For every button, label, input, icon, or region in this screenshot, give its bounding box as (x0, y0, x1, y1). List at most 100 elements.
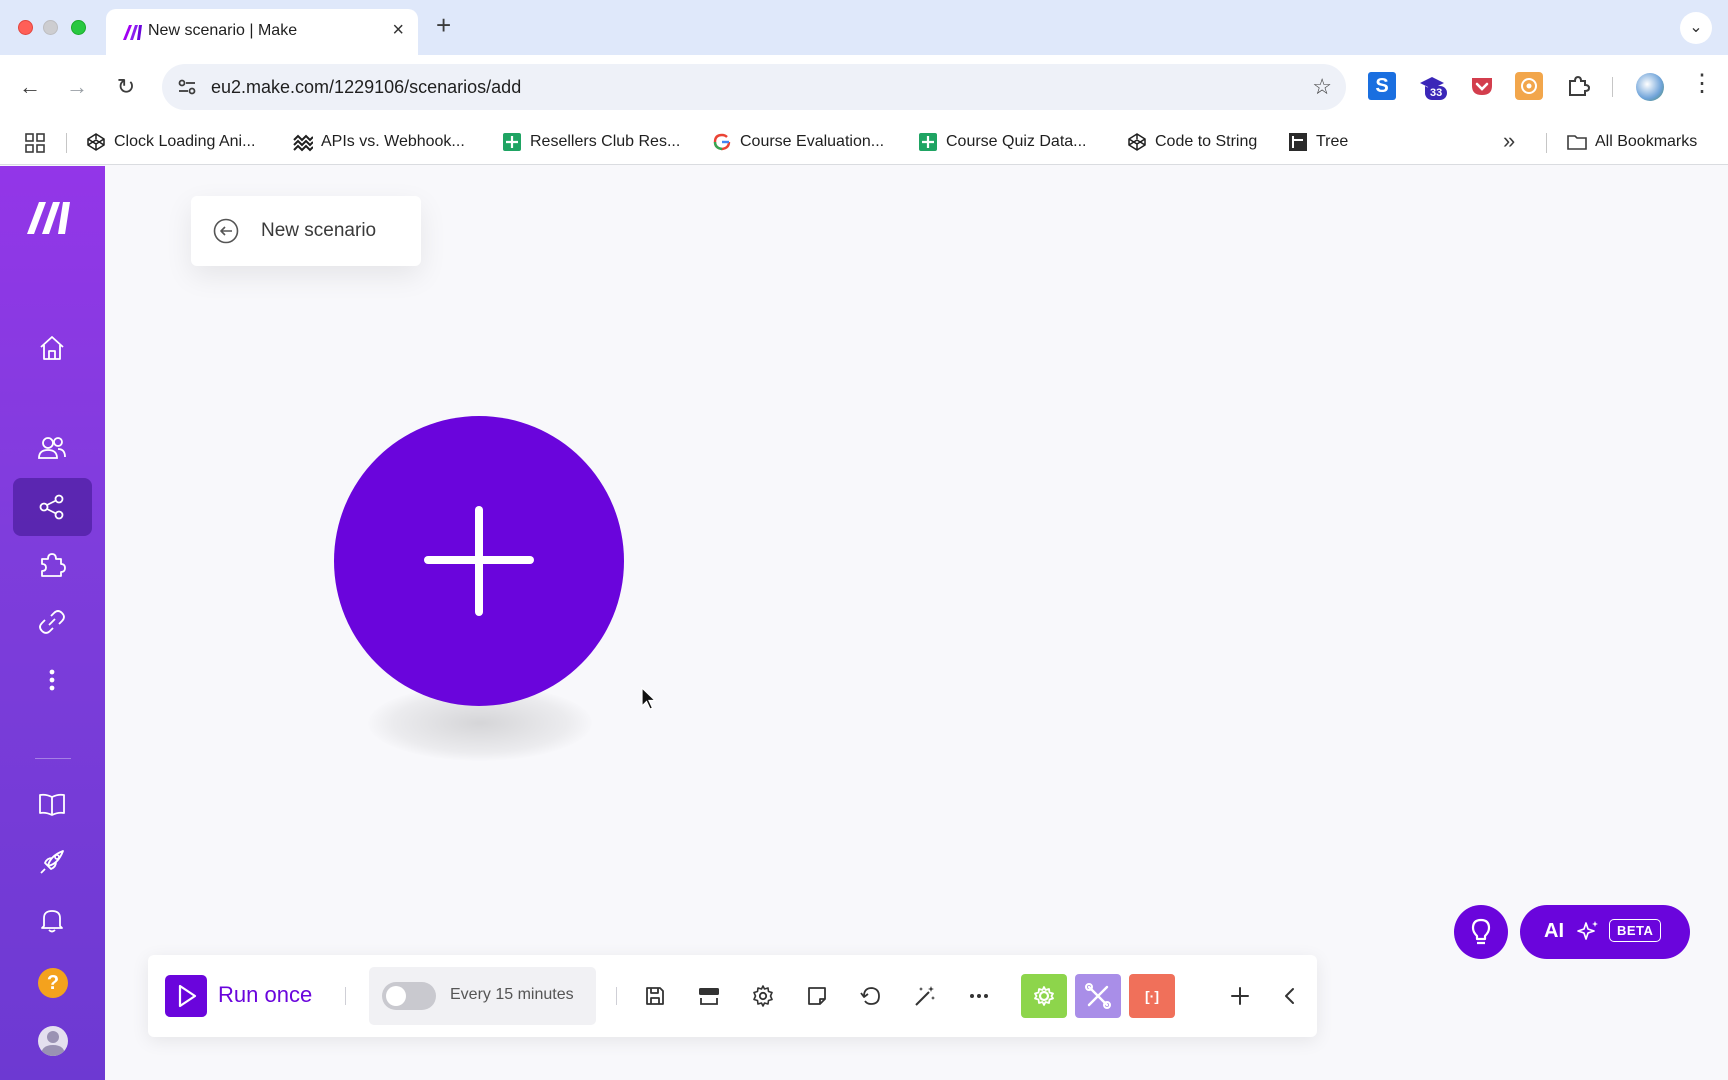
ai-assistant-button[interactable]: AI BETA (1520, 905, 1690, 959)
add-module-button[interactable] (334, 416, 624, 706)
bookmark-item[interactable]: Course Evaluation... (712, 129, 884, 155)
more-horizontal-icon[interactable] (967, 984, 991, 1008)
bookmarks-divider (1546, 133, 1547, 153)
schedule-toggle[interactable] (382, 982, 436, 1010)
folder-icon (1567, 135, 1587, 150)
schedule-control: Every 15 minutes (369, 967, 596, 1025)
plus-icon (475, 506, 483, 616)
make-favicon-icon (123, 25, 142, 40)
hints-button[interactable] (1454, 905, 1508, 959)
tab-search-chevron-icon[interactable]: ⌄ (1680, 12, 1712, 44)
new-tab-button[interactable]: + (436, 10, 451, 41)
toolbar-divider (616, 987, 617, 1005)
forward-arrow-icon[interactable]: → (61, 71, 93, 103)
user-avatar[interactable] (38, 1026, 68, 1056)
url-text[interactable]: eu2.make.com/1229106/scenarios/add (211, 77, 521, 98)
bookmark-item[interactable]: Code to String (1127, 129, 1257, 155)
window-close-button[interactable] (18, 20, 33, 35)
text-parser-button[interactable]: [·] (1129, 974, 1175, 1018)
extension-badge: 33 (1425, 86, 1448, 100)
play-icon (178, 984, 197, 1008)
lightbulb-icon (1471, 918, 1491, 945)
notes-icon[interactable] (805, 984, 829, 1008)
import-blueprint-icon[interactable] (697, 984, 721, 1008)
extensions-puzzle-icon[interactable] (1564, 72, 1592, 100)
window-zoom-button[interactable] (71, 20, 86, 35)
save-icon[interactable] (643, 984, 667, 1008)
run-once-label[interactable]: Run once (218, 982, 312, 1008)
app-sidebar: ? (0, 166, 105, 1080)
profile-avatar[interactable] (1636, 73, 1664, 101)
connections-link-icon[interactable] (36, 606, 68, 638)
collapse-chevron-left-icon[interactable] (1278, 984, 1302, 1008)
bookmark-item[interactable]: Tree (1288, 129, 1348, 155)
scenarios-icon[interactable] (36, 491, 68, 523)
make-logo-icon[interactable] (26, 198, 78, 236)
bookmark-label: Tree (1316, 133, 1349, 150)
sheets-icon (919, 133, 937, 151)
add-icon[interactable] (1228, 984, 1252, 1008)
tab-title: New scenario | Make (148, 22, 298, 39)
browser-tab-strip: New scenario | Make × + ⌄ (0, 0, 1728, 55)
codepen-icon (87, 133, 105, 151)
beta-badge: BETA (1609, 919, 1662, 942)
bookmark-label: Course Quiz Data... (946, 133, 1087, 150)
toolbar-divider (1612, 77, 1613, 97)
browser-tab-active[interactable]: New scenario | Make × (106, 9, 418, 55)
bookmark-label: Code to String (1155, 133, 1258, 150)
reload-icon[interactable]: ↻ (110, 71, 142, 103)
bookmark-star-icon[interactable]: ☆ (1312, 74, 1332, 100)
bookmarks-divider (66, 133, 67, 153)
scenario-toolbar: Run once Every 15 minutes [·] (148, 955, 1317, 1037)
flow-control-gear-icon (1034, 986, 1054, 1006)
settings-gear-icon[interactable] (751, 984, 775, 1008)
bookmark-item[interactable]: Resellers Club Res... (502, 129, 680, 155)
sheets-icon (503, 133, 521, 151)
back-circle-arrow-icon[interactable] (213, 218, 239, 244)
bookmark-label: APIs vs. Webhook... (321, 133, 465, 150)
stripes-icon (293, 134, 313, 152)
extension-s-icon[interactable]: S (1368, 72, 1396, 100)
bookmark-item[interactable]: Clock Loading Ani... (86, 129, 255, 155)
bookmark-label: Course Evaluation... (740, 133, 885, 150)
bookmarks-bar: Clock Loading Ani... APIs vs. Webhook...… (0, 119, 1728, 165)
tools-button[interactable] (1075, 974, 1121, 1018)
flow-control-button[interactable] (1021, 974, 1067, 1018)
bookmark-item[interactable]: Course Quiz Data... (918, 129, 1087, 155)
site-settings-icon[interactable] (176, 76, 198, 98)
address-bar[interactable]: eu2.make.com/1229106/scenarios/add ☆ (162, 64, 1346, 110)
run-once-button[interactable] (165, 975, 207, 1017)
help-icon[interactable]: ? (38, 968, 68, 998)
all-bookmarks-button[interactable]: All Bookmarks (1567, 129, 1697, 155)
ai-label: AI (1544, 920, 1564, 942)
tab-close-icon[interactable]: × (392, 19, 404, 42)
window-minimize-button[interactable] (43, 20, 58, 35)
browser-toolbar: ← → ↻ eu2.make.com/1229106/scenarios/add… (0, 55, 1728, 165)
codepen-icon (1128, 133, 1146, 151)
extension-target-icon[interactable] (1515, 72, 1543, 100)
bookmark-label: Clock Loading Ani... (114, 133, 256, 150)
team-icon[interactable] (36, 432, 68, 464)
scenario-header: New scenario (191, 196, 421, 266)
rocket-icon[interactable] (36, 846, 68, 878)
schedule-label[interactable]: Every 15 minutes (450, 986, 574, 1004)
extension-pocket-icon[interactable] (1468, 72, 1496, 100)
browser-menu-icon[interactable]: ⋮ (1690, 69, 1714, 98)
google-icon (713, 133, 731, 151)
back-arrow-icon[interactable]: ← (14, 71, 46, 103)
auto-align-wand-icon[interactable] (913, 984, 937, 1008)
more-vertical-icon[interactable] (36, 664, 68, 696)
bookmark-item[interactable]: APIs vs. Webhook... (293, 129, 465, 155)
home-icon[interactable] (36, 332, 68, 364)
toggle-knob (386, 986, 406, 1006)
apps-puzzle-icon[interactable] (36, 549, 68, 581)
undo-icon[interactable] (859, 984, 883, 1008)
toolbar-divider (345, 987, 346, 1005)
bookmark-label: Resellers Club Res... (530, 133, 681, 150)
scenario-name[interactable]: New scenario (261, 220, 376, 242)
more-bookmarks-chevron-icon[interactable]: » (1503, 128, 1515, 154)
tools-wrench-icon (1085, 983, 1111, 1009)
notifications-bell-icon[interactable] (36, 904, 68, 936)
apps-grid-icon[interactable] (24, 132, 46, 154)
docs-book-icon[interactable] (36, 788, 68, 820)
